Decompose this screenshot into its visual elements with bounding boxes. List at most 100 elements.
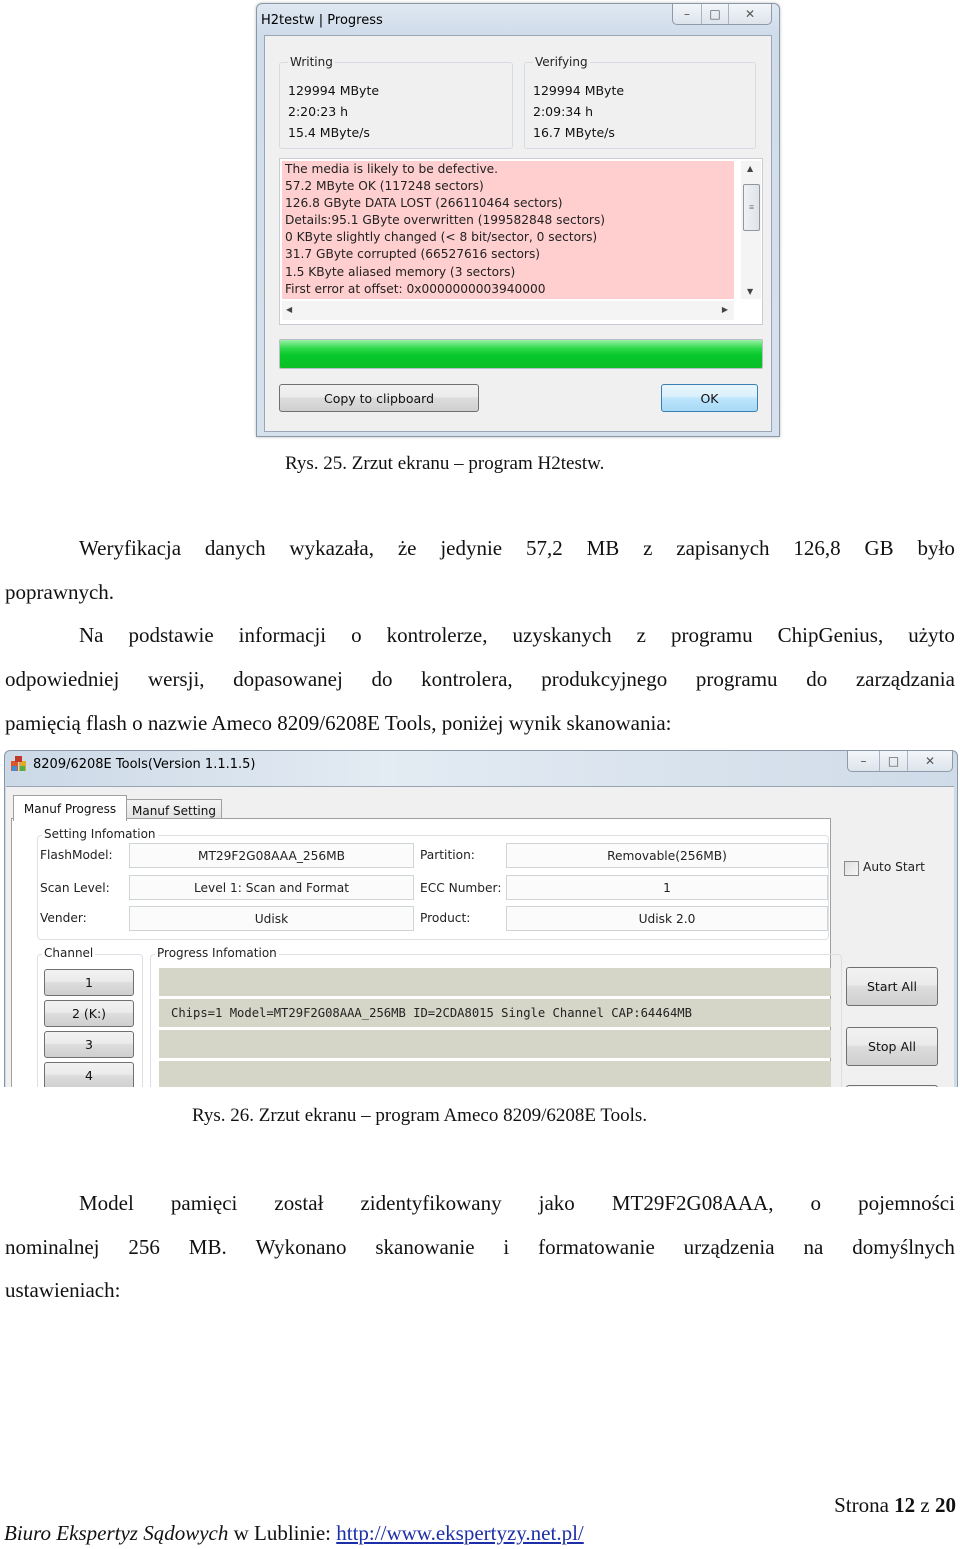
setting-information-group: Setting Infomation FlashModel: MT29F2G08… bbox=[37, 827, 829, 940]
word: programu bbox=[695, 667, 778, 691]
word: jako bbox=[538, 1191, 575, 1215]
word: że bbox=[397, 536, 417, 560]
word: Wykonano bbox=[255, 1235, 347, 1259]
verifying-time: 2:09:34 h bbox=[533, 104, 594, 119]
result-line: 126.8 GByte DATA LOST (266110464 sectors… bbox=[285, 196, 563, 211]
word: pamięci bbox=[170, 1191, 238, 1215]
scan-level-label: Scan Level: bbox=[40, 881, 110, 895]
scroll-right-icon[interactable]: ▶ bbox=[722, 305, 728, 314]
stop-all-button[interactable]: Stop All bbox=[846, 1027, 938, 1066]
window-title: 8209/6208E Tools(Version 1.1.1.5) bbox=[33, 757, 256, 772]
word: programu bbox=[670, 623, 753, 647]
word: z bbox=[643, 536, 653, 560]
footer-line: Biuro Ekspertyz Sądowych w Lublinie: htt… bbox=[4, 1521, 584, 1546]
word: 126,8 bbox=[793, 536, 841, 560]
page-total: 20 bbox=[935, 1493, 956, 1517]
ecc-number-field[interactable]: 1 bbox=[506, 875, 828, 900]
word: nominalnej bbox=[5, 1235, 100, 1259]
result-line: The media is likely to be defective. bbox=[285, 162, 499, 176]
word: informacji bbox=[238, 623, 327, 647]
channel-4-button[interactable]: 4 bbox=[44, 1062, 134, 1087]
close-icon[interactable]: ✕ bbox=[908, 751, 952, 771]
close-icon[interactable]: ✕ bbox=[729, 4, 771, 24]
channel-3-button[interactable]: 3 bbox=[44, 1031, 134, 1058]
maximize-icon[interactable]: □ bbox=[702, 4, 729, 24]
paragraph-1-line-1: Weryfikacja danych wykazała, że jedynie 57,2 M… bbox=[79, 536, 955, 561]
progress-bar bbox=[279, 339, 763, 369]
word: użyto bbox=[908, 623, 955, 647]
word: MT29F2G08AAA, bbox=[611, 1191, 774, 1215]
result-textbox[interactable]: The media is likely to be defective. 57.2… bbox=[279, 158, 763, 325]
flash-model-field[interactable]: MT29F2G08AAA_256MB bbox=[129, 843, 414, 868]
word: o bbox=[351, 623, 362, 647]
word: zarządzania bbox=[855, 667, 955, 691]
word: urządzenia bbox=[683, 1235, 775, 1259]
word: pojemności bbox=[858, 1191, 955, 1215]
word: na bbox=[803, 1235, 824, 1259]
word: było bbox=[917, 536, 955, 560]
start-all-button[interactable]: Start All bbox=[846, 967, 938, 1006]
window-controls: – □ ✕ bbox=[672, 4, 772, 25]
word: Weryfikacja bbox=[79, 536, 182, 560]
grip-icon: ≡ bbox=[748, 202, 755, 212]
ok-button[interactable]: OK bbox=[661, 384, 758, 412]
window-controls: – □ ✕ bbox=[847, 751, 953, 772]
ecc-number-label: ECC Number: bbox=[420, 881, 502, 895]
extra-action-button[interactable] bbox=[846, 1085, 938, 1087]
word: domyślnych bbox=[852, 1235, 955, 1259]
result-line: 31.7 GByte corrupted (66527616 sectors) bbox=[285, 247, 541, 262]
minimize-icon[interactable]: – bbox=[673, 4, 702, 24]
scroll-thumb[interactable]: ≡ bbox=[743, 184, 760, 231]
copy-to-clipboard-button[interactable]: Copy to clipboard bbox=[279, 384, 479, 412]
ameco-window: 8209/6208E Tools(Version 1.1.1.5) – □ ✕ … bbox=[4, 750, 958, 1087]
product-field[interactable]: Udisk 2.0 bbox=[506, 906, 828, 931]
vertical-scrollbar[interactable]: ▲ ≡ ▼ bbox=[741, 161, 761, 299]
word: kontrolerze, bbox=[386, 623, 488, 647]
word: danych bbox=[204, 536, 266, 560]
progress-fill bbox=[280, 340, 762, 368]
scroll-down-icon[interactable]: ▼ bbox=[747, 287, 753, 296]
channel-2-button[interactable]: 2 (K:) bbox=[44, 1000, 134, 1027]
progress-row-1 bbox=[159, 968, 831, 996]
figure-25-caption: Rys. 25. Zrzut ekranu – program H2testw. bbox=[285, 453, 605, 474]
word: kontrolera, bbox=[421, 667, 513, 691]
word: zidentyfikowany bbox=[360, 1191, 502, 1215]
verifying-label: Verifying bbox=[533, 55, 590, 69]
paragraph-2-line-3: pamięcią flash o nazwie Ameco 8209/6208E… bbox=[5, 711, 672, 735]
writing-group: Writing 129994 MByte 2:20:23 h 15.4 MByt… bbox=[279, 55, 513, 149]
result-line: 1.5 KByte aliased memory (3 sectors) bbox=[285, 264, 516, 279]
horizontal-scrollbar[interactable]: ◀ ▶ bbox=[282, 301, 734, 320]
vender-field[interactable]: Udisk bbox=[129, 906, 414, 931]
minimize-icon[interactable]: – bbox=[848, 751, 880, 771]
maximize-icon[interactable]: □ bbox=[880, 751, 908, 771]
progress-row-2: Chips=1 Model=MT29F2G08AAA_256MB ID=2CDA… bbox=[159, 999, 831, 1027]
word: został bbox=[274, 1191, 324, 1215]
product-label: Product: bbox=[420, 911, 471, 925]
figure-26-caption: Rys. 26. Zrzut ekranu – program Ameco 82… bbox=[192, 1105, 648, 1126]
tab-manuf-progress[interactable]: Manuf Progress bbox=[13, 795, 127, 821]
word: Model bbox=[79, 1191, 134, 1215]
result-line: 0 KByte slightly changed (< 8 bit/sector… bbox=[285, 230, 598, 245]
auto-start-checkbox[interactable] bbox=[844, 861, 859, 876]
scroll-up-icon[interactable]: ▲ bbox=[747, 164, 753, 173]
writing-size: 129994 MByte bbox=[288, 83, 380, 98]
word: skanowanie bbox=[375, 1235, 475, 1259]
page-sep: z bbox=[920, 1493, 930, 1517]
paragraph-3-line-1: Model pamięci został zidentyfikowany jako MT2… bbox=[79, 1191, 955, 1216]
paragraph-2-line-1: Na podstawie informacji o kontrolerze, uzyska… bbox=[79, 623, 955, 648]
word: formatowanie bbox=[538, 1235, 655, 1259]
website-link[interactable]: http://www.ekspertyzy.net.pl/ bbox=[336, 1521, 583, 1545]
word: uzyskanych bbox=[512, 623, 612, 647]
office-name: Biuro Ekspertyz Sądowych bbox=[4, 1521, 229, 1545]
scroll-left-icon[interactable]: ◀ bbox=[286, 305, 292, 314]
scan-level-field[interactable]: Level 1: Scan and Format bbox=[129, 875, 414, 900]
word: i bbox=[503, 1235, 510, 1259]
word: 256 bbox=[128, 1235, 160, 1259]
verifying-speed: 16.7 MByte/s bbox=[533, 125, 615, 140]
word: z bbox=[636, 623, 646, 647]
word: do bbox=[806, 667, 828, 691]
channel-1-button[interactable]: 1 bbox=[44, 969, 134, 996]
partition-field[interactable]: Removable(256MB) bbox=[506, 843, 828, 868]
progress-information-group: Progress Infomation Chips=1 Model=MT29F2… bbox=[150, 946, 842, 1087]
verifying-group: Verifying 129994 MByte 2:09:34 h 16.7 MB… bbox=[524, 55, 756, 149]
